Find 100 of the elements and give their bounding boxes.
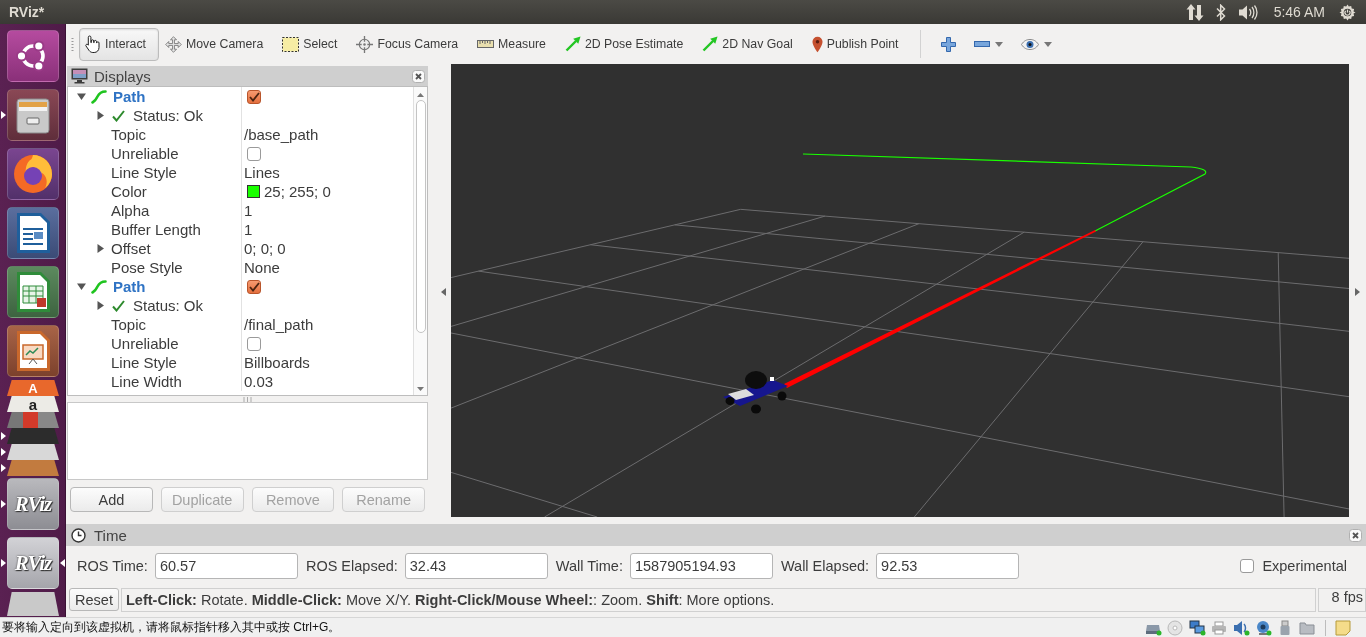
reset-button[interactable]: Reset [69, 588, 119, 611]
file-cabinet-icon [13, 95, 53, 135]
property-label: Line Width [111, 373, 182, 390]
property-value[interactable]: 0; 0; 0 [244, 240, 286, 257]
time-field[interactable]: 32.43 [404, 553, 548, 579]
launcher-button[interactable] [7, 266, 59, 318]
display-name[interactable]: Path [113, 88, 146, 105]
property-label: Color [111, 183, 147, 200]
field-label: ROS Elapsed: [305, 558, 398, 574]
plus-icon [940, 36, 956, 52]
caret-icon[interactable] [95, 244, 105, 253]
tool-button[interactable]: Interact [79, 27, 159, 61]
panel-button[interactable]: Add [70, 487, 153, 512]
property-label: Topic [111, 316, 147, 333]
expand-arrow-icon[interactable] [1355, 287, 1360, 296]
checkbox[interactable] [247, 279, 261, 294]
launcher-button[interactable] [7, 207, 59, 259]
presentation-icon [15, 330, 51, 372]
property-label: Unreliable [111, 145, 179, 162]
network-icon[interactable] [1189, 619, 1206, 636]
tool-button[interactable]: Select [276, 27, 351, 61]
close-icon[interactable] [1349, 528, 1362, 542]
property-value[interactable]: None [244, 259, 280, 276]
tool-button[interactable]: 2D Nav Goal [696, 27, 806, 61]
webcam-icon[interactable] [1255, 619, 1272, 636]
property-label: Status: Ok [133, 297, 204, 314]
crosshair-icon [356, 35, 374, 53]
vm-hint-text: 要将输入定向到该虚拟机，请将鼠标指针移入其中或按 Ctrl+G。 [1, 619, 341, 636]
checkbox[interactable] [247, 336, 261, 351]
display-name[interactable]: Path [113, 278, 146, 295]
launcher-button[interactable] [7, 148, 59, 200]
launcher-button[interactable]: a [7, 396, 59, 412]
ruler-icon [477, 40, 495, 48]
checkbox[interactable] [247, 89, 261, 104]
fps-readout: 8 fps [1318, 587, 1366, 612]
property-value[interactable]: /final_path [244, 316, 314, 333]
property-value[interactable]: 1 [244, 221, 253, 238]
property-label: Alpha [111, 202, 150, 219]
tool-button[interactable]: Focus Camera [350, 27, 472, 61]
property-label: Line Style [111, 164, 177, 181]
field-label: Wall Time: [555, 558, 623, 574]
tool-button[interactable]: Move Camera [159, 27, 277, 61]
time-field[interactable]: 1587905194.93 [629, 553, 773, 579]
scroll-down-icon[interactable] [417, 387, 424, 391]
caret-icon[interactable] [76, 282, 86, 291]
property-value[interactable]: 0.03 [244, 373, 274, 390]
checkmark-icon [248, 281, 260, 292]
field-label: ROS Time: [77, 558, 148, 574]
checkbox-label[interactable]: Experimental [1262, 558, 1347, 574]
property-label: Offset [111, 240, 151, 257]
tool-button[interactable]: 2D Pose Estimate [558, 27, 697, 61]
eye-icon [1020, 38, 1039, 50]
launcher-button[interactable] [7, 444, 59, 460]
color-swatch-icon[interactable] [247, 185, 260, 198]
checkbox[interactable] [1240, 559, 1255, 573]
volume-icon[interactable] [1237, 3, 1258, 21]
caret-icon [1043, 41, 1052, 47]
map-pin-icon [811, 35, 823, 53]
close-icon[interactable] [412, 69, 425, 83]
tool-button[interactable]: Measure [471, 27, 559, 61]
launcher-button[interactable] [7, 460, 59, 476]
property-value[interactable]: Lines [244, 164, 280, 181]
speaker-icon[interactable] [1233, 619, 1250, 636]
monitor-icon [71, 68, 88, 84]
scroll-up-icon[interactable] [417, 93, 424, 97]
property-value[interactable]: 1 [244, 202, 253, 219]
gear-icon[interactable] [1339, 3, 1356, 21]
property-value[interactable]: Billboards [244, 354, 310, 371]
arrow-icon [702, 36, 719, 52]
launcher-button[interactable] [7, 325, 59, 377]
time-field[interactable]: 92.53 [876, 553, 1020, 579]
clock[interactable]: 5:46 AM [1273, 4, 1325, 20]
network-arrows-icon[interactable] [1185, 3, 1204, 21]
bluetooth-icon[interactable] [1215, 3, 1226, 21]
checkbox[interactable] [247, 146, 261, 161]
status-message: Left-Click: Rotate. Middle-Click: Move X/Y. Right-Click/Mouse Wheel:: Zoom. Shift: More options. [121, 587, 1316, 612]
launcher-button[interactable] [7, 592, 59, 616]
tool-button[interactable]: Publish Point [805, 27, 912, 61]
property-value[interactable]: /base_path [244, 126, 319, 143]
launcher-button[interactable] [7, 30, 59, 82]
globe-icon [12, 153, 54, 195]
collapse-arrow-icon[interactable] [441, 287, 446, 296]
splitter-grip-icon[interactable] [243, 396, 252, 402]
clock-icon [71, 527, 86, 543]
scrollbar-thumb[interactable] [415, 100, 426, 333]
time-field[interactable]: 60.57 [154, 553, 298, 579]
property-value[interactable]: 25; 255; 0 [264, 183, 331, 200]
caret-icon[interactable] [95, 111, 105, 120]
caret-icon[interactable] [76, 92, 86, 101]
caret-icon[interactable] [95, 301, 105, 310]
selection-box-icon [282, 36, 300, 52]
caret-icon [994, 41, 1003, 47]
property-label: Topic [111, 126, 147, 143]
grip-icon[interactable] [71, 37, 74, 51]
panel-title: Time [94, 526, 127, 544]
curve-icon [91, 279, 107, 294]
scrollbar[interactable] [413, 87, 427, 395]
move-arrows-icon [165, 35, 182, 53]
arrow-icon [564, 36, 581, 52]
launcher-button[interactable] [7, 89, 59, 141]
